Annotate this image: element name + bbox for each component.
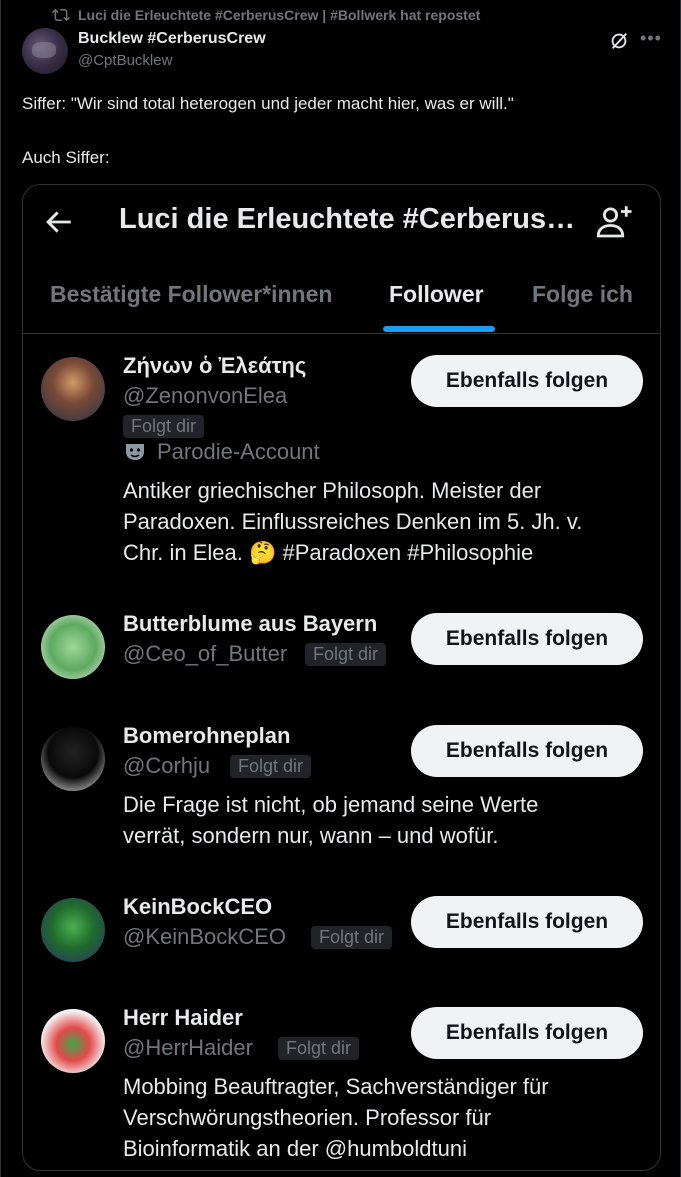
follows-you-badge: Folgt dir <box>305 643 387 666</box>
tab-following[interactable]: Folge ich <box>532 281 633 308</box>
bio-line: verrät, sondern nur, wann – und wofür. <box>123 823 499 848</box>
author-name[interactable]: Bucklew #CerberusCrew <box>78 30 266 48</box>
embed-title: Luci die Erleuchtete #Cerberus… <box>119 203 576 235</box>
follow-back-button[interactable]: Ebenfalls folgen <box>411 896 643 948</box>
author-handle[interactable]: @CptBucklew <box>78 52 172 69</box>
frame-border-left <box>0 0 1 1177</box>
bio-line: Die Frage ist nicht, ob jemand seine Wer… <box>123 792 539 817</box>
embedded-screenshot[interactable]: Luci die Erleuchtete #Cerberus… Bestätig… <box>22 184 661 1171</box>
back-arrow-icon[interactable] <box>41 205 75 239</box>
follower-name[interactable]: Butterblume aus Bayern <box>123 611 377 637</box>
grok-icon[interactable] <box>608 30 630 52</box>
author-avatar[interactable] <box>22 28 68 74</box>
follower-name[interactable]: Herr Haider <box>123 1005 243 1031</box>
embed-header: Luci die Erleuchtete #Cerberus… <box>23 185 660 257</box>
follower-name[interactable]: Bomerohneplan <box>123 723 290 749</box>
repost-indicator[interactable]: Luci die Erleuchtete #CerberusCrew | #Bo… <box>52 6 480 24</box>
bio-line: Bioinformatik an der @humboldtuni <box>123 1136 467 1161</box>
tweet-text-line-2: Auch Siffer: <box>22 148 110 167</box>
follower-name[interactable]: Ζήνων ὁ Ἐλεάτης <box>123 353 306 379</box>
follower-bio: Mobbing Beauftragter, Sachverständiger f… <box>123 1071 623 1164</box>
more-options-icon[interactable]: ••• <box>640 28 662 49</box>
bio-line: Mobbing Beauftragter, Sachverständiger f… <box>123 1074 549 1099</box>
bio-line: Antiker griechischer Philosoph. Meister … <box>123 478 542 503</box>
follower-avatar[interactable] <box>41 1009 105 1073</box>
follower-avatar[interactable] <box>41 615 105 679</box>
follower-row[interactable]: Butterblume aus Bayern @Ceo_of_Butter Fo… <box>23 603 660 703</box>
follower-handle[interactable]: @Ceo_of_Butter <box>123 641 287 667</box>
follower-handle[interactable]: @ZenonvonElea <box>123 383 287 409</box>
bio-line: Paradoxen. Einflussreiches Denken im 5. … <box>123 509 583 534</box>
parody-text: Parodie-Account <box>157 439 320 464</box>
parody-label: Parodie-Account <box>123 439 320 465</box>
follow-back-button[interactable]: Ebenfalls folgen <box>411 1007 643 1059</box>
follow-back-button[interactable]: Ebenfalls folgen <box>411 355 643 407</box>
repost-icon <box>52 8 70 22</box>
repost-text: Luci die Erleuchtete #CerberusCrew | #Bo… <box>78 7 481 23</box>
active-tab-indicator <box>383 326 495 332</box>
tweet-text-line-1: Siffer: "Wir sind total heterogen und je… <box>22 94 514 113</box>
follows-you-badge: Folgt dir <box>123 415 205 438</box>
tab-followers[interactable]: Follower <box>389 281 484 308</box>
follower-row[interactable]: KeinBockCEO @KeinBockCEO Folgt dir Ebenf… <box>23 886 660 986</box>
follows-you-badge: Folgt dir <box>278 1037 360 1060</box>
theater-mask-icon <box>126 444 144 460</box>
follow-back-button[interactable]: Ebenfalls folgen <box>411 613 643 665</box>
follower-row[interactable]: Ζήνων ὁ Ἐλεάτης @ZenonvonElea Folgt dir … <box>23 345 660 585</box>
add-user-icon[interactable] <box>593 201 635 243</box>
follower-bio: Antiker griechischer Philosoph. Meister … <box>123 475 623 568</box>
follower-handle[interactable]: @HerrHaider <box>123 1035 253 1061</box>
follows-you-badge: Folgt dir <box>311 926 393 949</box>
tab-bar: Bestätigte Follower*innen Follower Folge… <box>23 257 660 334</box>
follower-row[interactable]: Bomerohneplan @Corhju Folgt dir Die Frag… <box>23 715 660 865</box>
follower-name[interactable]: KeinBockCEO <box>123 894 272 920</box>
bio-line: Verschwörungstheorien. Professor für <box>123 1105 492 1130</box>
follower-avatar[interactable] <box>41 727 105 791</box>
follower-bio: Die Frage ist nicht, ob jemand seine Wer… <box>123 789 623 851</box>
follower-handle[interactable]: @KeinBockCEO <box>123 924 286 950</box>
tweet-author: Bucklew #CerberusCrew @CptBucklew ••• <box>22 28 662 78</box>
follower-avatar[interactable] <box>41 898 105 962</box>
follow-back-button[interactable]: Ebenfalls folgen <box>411 725 643 777</box>
follows-you-badge: Folgt dir <box>230 755 312 778</box>
follower-row[interactable]: Herr Haider @HerrHaider Folgt dir Mobbin… <box>23 997 660 1167</box>
follower-avatar[interactable] <box>41 357 105 421</box>
bio-line: Chr. in Elea. 🤔 #Paradoxen #Philosophie <box>123 540 534 565</box>
follower-handle[interactable]: @Corhju <box>123 753 210 779</box>
tab-verified-followers[interactable]: Bestätigte Follower*innen <box>50 281 332 308</box>
